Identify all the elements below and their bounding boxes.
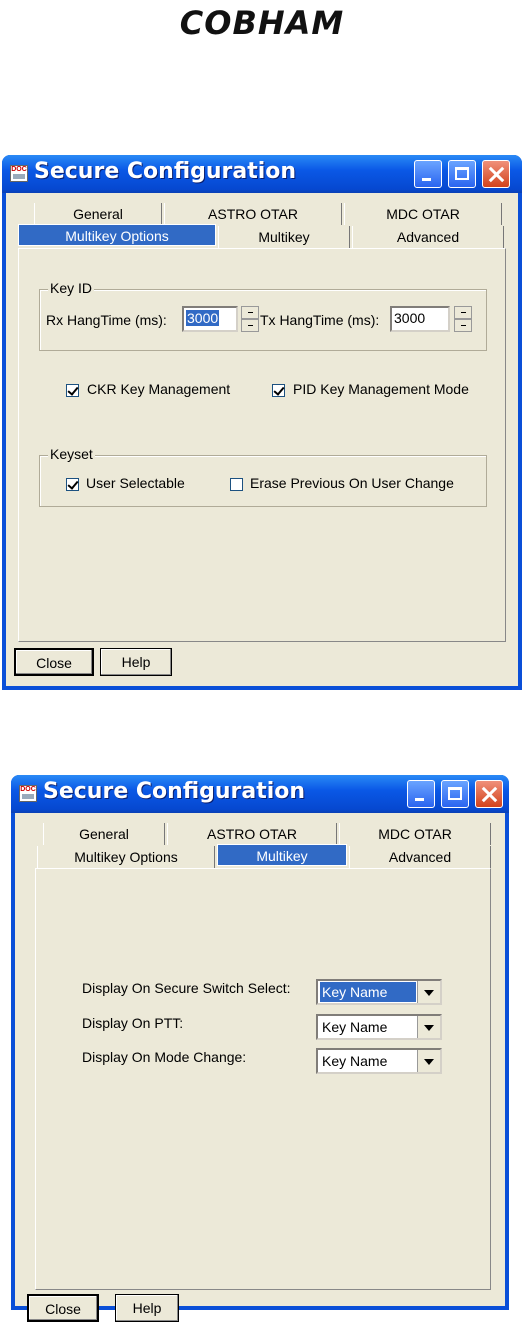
- window-title: Secure Configuration: [43, 779, 306, 804]
- minimize-button[interactable]: [407, 780, 435, 808]
- tab-panel: Display On Secure Switch Select: Key Nam…: [35, 868, 491, 1290]
- tab-advanced[interactable]: Advanced: [349, 846, 491, 868]
- erase-previous-checkbox[interactable]: [230, 478, 243, 491]
- tab-mdc-otar[interactable]: MDC OTAR: [344, 203, 502, 225]
- dropdown-arrow-icon[interactable]: [417, 981, 440, 1003]
- mode-change-dropdown[interactable]: Key Name: [316, 1048, 442, 1074]
- spin-up-icon[interactable]: [241, 306, 259, 319]
- user-selectable-checkbox[interactable]: [66, 478, 79, 491]
- ckr-key-management-label[interactable]: CKR Key Management: [87, 381, 230, 397]
- ptt-label: Display On PTT:: [82, 1015, 184, 1031]
- rx-hangtime-label: Rx HangTime (ms):: [46, 312, 167, 328]
- tab-multikey[interactable]: Multikey: [217, 844, 347, 866]
- logo-text: COBHAM: [179, 4, 345, 42]
- rx-hangtime-spinner[interactable]: [241, 306, 259, 332]
- pid-key-management-checkbox[interactable]: [272, 384, 285, 397]
- ptt-value: Key Name: [322, 1019, 388, 1035]
- spin-down-icon[interactable]: [454, 319, 472, 332]
- keyset-group: Keyset User Selectable Erase Previous On…: [39, 446, 487, 507]
- help-button[interactable]: Help: [100, 648, 172, 676]
- document-app-icon[interactable]: DOC: [10, 165, 28, 182]
- mode-change-value: Key Name: [322, 1053, 388, 1069]
- key-id-group: Key ID Rx HangTime (ms): 3000 Tx HangTim…: [39, 280, 487, 351]
- tx-hangtime-input[interactable]: 3000: [390, 306, 450, 332]
- tab-multikey[interactable]: Multikey: [218, 226, 350, 248]
- close-button[interactable]: Close: [14, 648, 94, 676]
- title-bar[interactable]: DOC Secure Configuration: [2, 155, 522, 193]
- mode-change-label: Display On Mode Change:: [82, 1049, 247, 1065]
- dialog-client-area: General ASTRO OTAR MDC OTAR Multikey Opt…: [15, 813, 505, 1322]
- tab-general[interactable]: General: [34, 203, 162, 225]
- pid-key-management-label[interactable]: PID Key Management Mode: [293, 381, 469, 397]
- tx-hangtime-spinner[interactable]: [454, 306, 472, 332]
- spin-down-icon[interactable]: [241, 319, 259, 332]
- user-selectable-label[interactable]: User Selectable: [86, 475, 185, 491]
- ckr-key-management-checkbox[interactable]: [66, 384, 79, 397]
- dialog-client-area: General ASTRO OTAR MDC OTAR Multikey Opt…: [6, 193, 518, 686]
- tab-general[interactable]: General: [43, 823, 165, 845]
- tab-multikey-options[interactable]: Multikey Options: [37, 846, 215, 868]
- close-window-button[interactable]: [475, 780, 503, 808]
- spin-up-icon[interactable]: [454, 306, 472, 319]
- tab-panel: Key ID Rx HangTime (ms): 3000 Tx HangTim…: [18, 248, 506, 642]
- tab-mdc-otar[interactable]: MDC OTAR: [339, 823, 491, 845]
- secure-configuration-window-1: DOC Secure Configuration General ASTRO O…: [2, 155, 522, 690]
- close-window-button[interactable]: [482, 160, 510, 188]
- keyset-group-label: Keyset: [48, 446, 95, 462]
- secure-switch-value: Key Name: [320, 982, 416, 1002]
- tab-astro-otar[interactable]: ASTRO OTAR: [167, 823, 337, 845]
- cobham-logo: COBHAM: [0, 0, 524, 60]
- secure-switch-dropdown[interactable]: Key Name: [316, 979, 442, 1005]
- key-id-group-label: Key ID: [48, 280, 95, 296]
- erase-previous-label[interactable]: Erase Previous On User Change: [250, 475, 454, 491]
- maximize-button[interactable]: [448, 160, 476, 188]
- rx-hangtime-input[interactable]: 3000: [182, 306, 238, 332]
- document-app-icon[interactable]: DOC: [19, 785, 37, 802]
- window-title: Secure Configuration: [34, 159, 297, 184]
- title-bar[interactable]: DOC Secure Configuration: [11, 775, 509, 813]
- tx-hangtime-value: 3000: [394, 310, 426, 326]
- secure-configuration-window-2: DOC Secure Configuration General ASTRO O…: [11, 775, 509, 1322]
- rx-hangtime-value: 3000: [186, 310, 220, 326]
- minimize-button[interactable]: [414, 160, 442, 188]
- tab-multikey-options[interactable]: Multikey Options: [18, 224, 216, 246]
- secure-switch-label: Display On Secure Switch Select:: [82, 980, 291, 996]
- dropdown-arrow-icon[interactable]: [417, 1050, 440, 1072]
- maximize-button[interactable]: [441, 780, 469, 808]
- dropdown-arrow-icon[interactable]: [417, 1016, 440, 1038]
- tab-advanced[interactable]: Advanced: [352, 226, 504, 248]
- ptt-dropdown[interactable]: Key Name: [316, 1014, 442, 1040]
- tab-astro-otar[interactable]: ASTRO OTAR: [164, 203, 342, 225]
- tx-hangtime-label: Tx HangTime (ms):: [260, 312, 380, 328]
